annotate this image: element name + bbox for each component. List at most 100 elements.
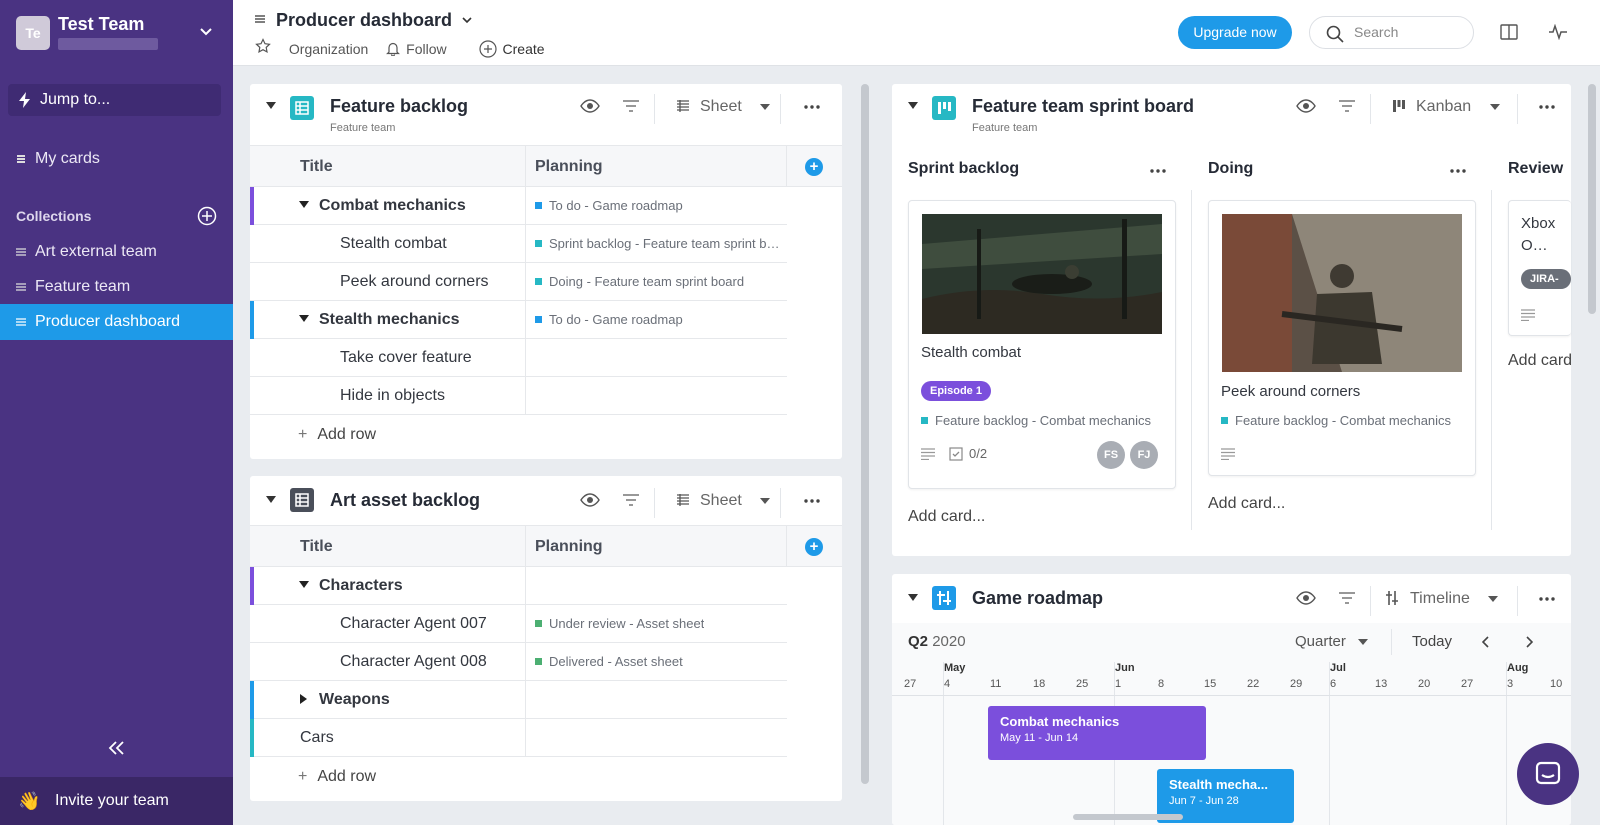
expand-caret-icon[interactable] bbox=[299, 315, 309, 323]
column-header-planning[interactable]: Planning bbox=[535, 526, 603, 568]
column-header-planning[interactable]: Planning bbox=[535, 146, 603, 188]
table-row[interactable]: Character Agent 007 Under review - Asset… bbox=[250, 605, 787, 643]
horizontal-scrollbar[interactable] bbox=[1073, 814, 1183, 820]
add-card-button[interactable]: Add card... bbox=[908, 508, 985, 526]
add-row-button[interactable]: + Add row bbox=[298, 426, 376, 444]
column-header-title[interactable]: Title bbox=[300, 146, 333, 188]
panel-title[interactable]: Game roadmap bbox=[972, 588, 1103, 609]
team-switcher[interactable]: Te Test Team bbox=[16, 14, 221, 52]
table-row[interactable]: Stealth combat Sprint backlog - Feature … bbox=[250, 225, 787, 263]
more-icon[interactable] bbox=[804, 105, 820, 109]
collapse-caret-icon[interactable] bbox=[266, 102, 276, 110]
eye-icon[interactable] bbox=[580, 99, 600, 113]
top-bar: Producer dashboard Organization Follow C… bbox=[233, 0, 1600, 66]
collapse-caret-icon[interactable] bbox=[266, 496, 276, 504]
chevron-right-icon[interactable] bbox=[1525, 636, 1533, 648]
panel-title[interactable]: Feature backlog bbox=[330, 96, 468, 117]
kanban-card[interactable]: Stealth combat Episode 1 Feature backlog… bbox=[908, 200, 1176, 489]
collapse-sidebar-icon[interactable] bbox=[108, 740, 126, 756]
filter-icon[interactable] bbox=[622, 100, 640, 112]
eye-icon[interactable] bbox=[580, 493, 600, 507]
today-button[interactable]: Today bbox=[1412, 633, 1452, 650]
eye-icon[interactable] bbox=[1296, 99, 1316, 113]
view-selector[interactable]: Sheet bbox=[676, 492, 771, 510]
kanban-card[interactable]: Xbox O… visuals JIRA-2 bbox=[1508, 200, 1571, 336]
add-card-button[interactable]: Add card... bbox=[1508, 352, 1571, 370]
more-icon[interactable] bbox=[804, 499, 820, 503]
add-column-button[interactable]: + bbox=[805, 538, 823, 556]
row-title: Peek around corners bbox=[340, 273, 489, 290]
page-title[interactable]: Producer dashboard bbox=[255, 10, 473, 31]
jump-to-button[interactable]: Jump to... bbox=[8, 84, 221, 116]
divider bbox=[780, 488, 781, 518]
chevron-down-icon[interactable] bbox=[199, 24, 213, 38]
card-link-text: Feature backlog - Combat mechanics bbox=[1235, 413, 1452, 428]
sidebar-item-producer-dashboard[interactable]: Producer dashboard bbox=[0, 304, 233, 340]
view-selector[interactable]: Sheet bbox=[676, 98, 771, 116]
scrollbar[interactable] bbox=[1588, 84, 1596, 314]
split-view-icon[interactable] bbox=[1500, 24, 1518, 40]
table-row[interactable]: Take cover feature bbox=[250, 339, 787, 377]
add-card-button[interactable]: Add card... bbox=[1208, 495, 1285, 513]
kanban-card[interactable]: Peek around corners Feature backlog - Co… bbox=[1208, 200, 1476, 476]
filter-icon[interactable] bbox=[1338, 592, 1356, 604]
search-input[interactable]: Search bbox=[1309, 16, 1474, 49]
upgrade-button[interactable]: Upgrade now bbox=[1178, 16, 1292, 49]
collapse-caret-icon[interactable] bbox=[908, 594, 918, 602]
more-icon[interactable] bbox=[1539, 105, 1555, 109]
panel-title[interactable]: Art asset backlog bbox=[330, 490, 480, 511]
view-selector[interactable]: Timeline bbox=[1384, 590, 1499, 608]
add-column-button[interactable]: + bbox=[805, 158, 823, 176]
roadmap-bar[interactable]: Combat mechanics May 11 - Jun 14 bbox=[988, 706, 1206, 760]
card-link[interactable]: Feature backlog - Combat mechanics bbox=[921, 413, 1151, 428]
table-row[interactable]: Peek around corners Doing - Feature team… bbox=[250, 263, 787, 301]
create-button[interactable]: Create bbox=[478, 40, 559, 58]
zoom-select[interactable]: Quarter bbox=[1295, 633, 1369, 650]
more-icon[interactable] bbox=[1450, 169, 1466, 173]
expand-caret-icon[interactable] bbox=[299, 581, 309, 589]
sidebar-item-art-external-team[interactable]: Art external team bbox=[0, 234, 233, 270]
team-avatar: Te bbox=[16, 16, 50, 50]
plus-circle-icon bbox=[478, 40, 497, 58]
add-row-button[interactable]: + Add row bbox=[298, 768, 376, 786]
scrollbar[interactable] bbox=[861, 84, 869, 784]
expand-caret-icon[interactable] bbox=[299, 201, 309, 209]
avatar[interactable]: FJ bbox=[1130, 441, 1158, 469]
favorite-star-icon[interactable] bbox=[255, 38, 271, 57]
organization-link[interactable]: Organization bbox=[289, 41, 368, 57]
divider bbox=[525, 526, 526, 566]
collapse-caret-icon[interactable] bbox=[908, 102, 918, 110]
panel-title[interactable]: Feature team sprint board bbox=[972, 96, 1194, 117]
divider bbox=[1517, 94, 1518, 124]
table-row[interactable]: Hide in objects bbox=[250, 377, 787, 415]
sidebar-item-feature-team[interactable]: Feature team bbox=[0, 269, 233, 305]
expand-caret-right-icon[interactable] bbox=[300, 694, 308, 704]
card-link[interactable]: Feature backlog - Combat mechanics bbox=[1221, 413, 1451, 428]
filter-icon[interactable] bbox=[622, 494, 640, 506]
follow-button[interactable]: Follow bbox=[386, 41, 460, 57]
filter-icon[interactable] bbox=[1338, 100, 1356, 112]
table-row[interactable]: Weapons bbox=[250, 681, 787, 719]
view-label: Timeline bbox=[1410, 590, 1470, 607]
card-image bbox=[1222, 214, 1462, 372]
divider bbox=[525, 567, 526, 604]
divider bbox=[1370, 586, 1371, 616]
chevron-left-icon[interactable] bbox=[1482, 636, 1490, 648]
more-icon[interactable] bbox=[1539, 597, 1555, 601]
table-row[interactable]: Combat mechanics To do - Game roadmap bbox=[250, 187, 787, 225]
table-row[interactable]: Characters bbox=[250, 567, 787, 605]
table-row[interactable]: Stealth mechanics To do - Game roadmap bbox=[250, 301, 787, 339]
eye-icon[interactable] bbox=[1296, 591, 1316, 605]
activity-icon[interactable] bbox=[1548, 24, 1568, 40]
view-selector[interactable]: Kanban bbox=[1392, 98, 1500, 116]
invite-team-button[interactable]: 👋 Invite your team bbox=[0, 777, 233, 825]
column-header-title[interactable]: Title bbox=[300, 526, 333, 568]
more-icon[interactable] bbox=[1150, 169, 1166, 173]
table-row[interactable]: Cars bbox=[250, 719, 787, 757]
add-collection-icon[interactable] bbox=[197, 206, 217, 226]
chat-launcher[interactable] bbox=[1517, 743, 1579, 805]
sheet-view-icon bbox=[677, 494, 689, 506]
sidebar-item-my-cards[interactable]: My cards bbox=[0, 141, 233, 177]
table-row[interactable]: Character Agent 008 Delivered - Asset sh… bbox=[250, 643, 787, 681]
avatar[interactable]: FS bbox=[1097, 441, 1125, 469]
